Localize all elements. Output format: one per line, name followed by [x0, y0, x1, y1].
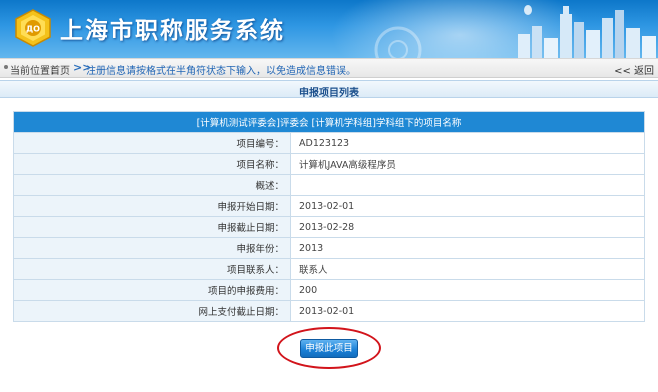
table-row: 项目名称： 计算机JAVA高级程序员 [13, 153, 645, 175]
table-header-row: [计算机测试评委会]评委会 [计算机学科组]学科组下的项目名称 [13, 111, 645, 133]
row-value: 计算机JAVA高级程序员 [290, 153, 645, 175]
emblem-logo-icon: ДО [15, 9, 51, 47]
row-label: 申报年份： [13, 237, 291, 259]
row-label: 项目编号： [13, 132, 291, 154]
bullet-icon [4, 65, 8, 69]
project-detail-table: [计算机测试评委会]评委会 [计算机学科组]学科组下的项目名称 项目编号： AD… [13, 111, 645, 322]
city-skyline-icon [518, 5, 656, 58]
row-label: 申报截止日期： [13, 216, 291, 238]
row-value: 2013 [290, 237, 645, 259]
back-link[interactable]: << 返回 [614, 62, 654, 77]
row-label: 申报开始日期： [13, 195, 291, 217]
row-value [290, 174, 645, 196]
table-header: [计算机测试评委会]评委会 [计算机学科组]学科组下的项目名称 [13, 111, 645, 133]
table-row: 申报年份： 2013 [13, 237, 645, 259]
row-label: 项目联系人： [13, 258, 291, 280]
row-label: 网上支付截止日期： [13, 300, 291, 322]
row-value: 2013-02-01 [290, 300, 645, 322]
row-value: 200 [290, 279, 645, 301]
section-title: 申报项目列表 [299, 88, 359, 99]
input-notice-text: 注册信息请按格式在半角符状态下输入，以免造成信息错误。 [86, 66, 356, 77]
row-label: 概述： [13, 174, 291, 196]
gear-decoration-icon [374, 26, 422, 58]
table-row: 申报开始日期： 2013-02-01 [13, 195, 645, 217]
row-value: 联系人 [290, 258, 645, 280]
table-row: 项目的申报费用： 200 [13, 279, 645, 301]
svg-text:ДО: ДО [26, 25, 40, 34]
row-value: 2013-02-28 [290, 216, 645, 238]
breadcrumb: 当前位置： 首页 >> 注册信息请按格式在半角符状态下输入，以免造成信息错误。 … [0, 58, 658, 78]
table-row: 概述： [13, 174, 645, 196]
table-row: 网上支付截止日期： 2013-02-01 [13, 300, 645, 322]
section-title-bar: 申报项目列表 [0, 80, 658, 99]
row-value: 2013-02-01 [290, 195, 645, 217]
table-row: 项目联系人： 联系人 [13, 258, 645, 280]
apply-project-button[interactable]: 申报此项目 [300, 339, 358, 358]
breadcrumb-home-link[interactable]: 首页 [50, 62, 70, 77]
site-header-banner: ДО 上海市职称服务系统 [0, 0, 658, 58]
row-label: 项目的申报费用： [13, 279, 291, 301]
row-value: AD123123 [290, 132, 645, 154]
table-row: 项目编号： AD123123 [13, 132, 645, 154]
row-label: 项目名称： [13, 153, 291, 175]
table-row: 申报截止日期： 2013-02-28 [13, 216, 645, 238]
site-title: 上海市职称服务系统 [60, 18, 285, 44]
